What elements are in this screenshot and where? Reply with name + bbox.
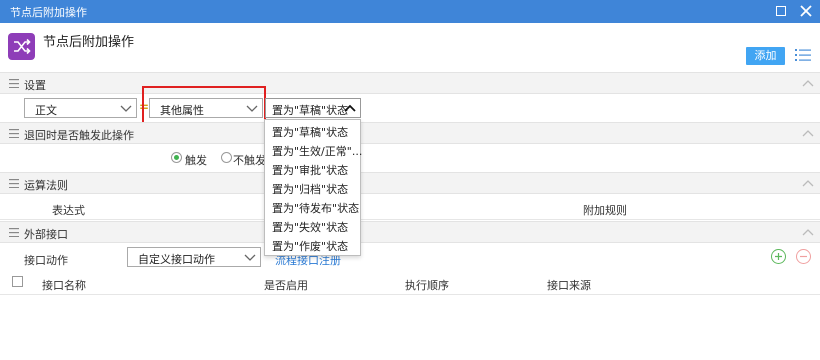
menu-icon	[9, 79, 19, 88]
action-label: 接口动作	[24, 254, 68, 267]
radio-label-no-trigger: 不触发	[233, 154, 266, 167]
section-rules: 运算法则	[0, 172, 820, 194]
column-header: 是否启用	[264, 279, 308, 292]
column-header: 接口来源	[547, 279, 591, 292]
add-button[interactable]: 添加	[746, 47, 785, 65]
close-icon[interactable]	[798, 3, 814, 19]
section-title: 运算法则	[24, 179, 68, 192]
menu-icon	[9, 228, 19, 237]
section-settings: 设置	[0, 72, 820, 94]
menu-icon	[9, 179, 19, 188]
external-table-header: 接口名称 是否启用 执行顺序 接口来源	[0, 271, 820, 295]
column-header: 执行顺序	[405, 279, 449, 292]
section-external: 外部接口	[0, 221, 820, 243]
dropdown-option[interactable]: 置为"审批"状态	[272, 162, 348, 178]
page-header: 节点后附加操作 添加	[0, 23, 820, 71]
maximize-icon[interactable]	[773, 3, 789, 19]
chevron-up-icon[interactable]	[802, 79, 814, 87]
column-header: 附加规则	[583, 204, 627, 217]
menu-icon	[9, 129, 19, 138]
section-return-trigger: 退回时是否触发此操作	[0, 122, 820, 144]
remove-row-icon[interactable]	[796, 249, 811, 264]
chevron-down-icon	[244, 254, 256, 261]
radio-trigger[interactable]	[171, 152, 182, 163]
radio-no-trigger[interactable]	[221, 152, 232, 163]
dropdown-option[interactable]: 置为"失效"状态	[272, 219, 348, 235]
chevron-up-icon	[344, 104, 356, 112]
column-header: 接口名称	[42, 279, 86, 292]
radio-label-trigger: 触发	[185, 154, 207, 167]
section-title: 外部接口	[24, 228, 68, 241]
dropdown-option[interactable]: 置为"归档"状态	[272, 181, 348, 197]
status-select[interactable]: 置为"草稿"状态	[265, 98, 361, 118]
field-select[interactable]: 正文	[24, 98, 137, 118]
window-title: 节点后附加操作	[10, 6, 87, 19]
list-icon[interactable]	[795, 48, 811, 62]
attribute-select[interactable]: 其他属性	[149, 98, 263, 118]
add-row-icon[interactable]	[771, 249, 786, 264]
page-title: 节点后附加操作	[43, 35, 135, 50]
select-all-checkbox[interactable]	[12, 276, 23, 287]
dropdown-option[interactable]: 置为"作废"状态	[272, 238, 348, 254]
window-titlebar: 节点后附加操作	[0, 0, 820, 23]
section-title: 设置	[24, 79, 46, 92]
rules-table-header: 表达式 附加规则	[0, 196, 820, 220]
dropdown-option[interactable]: 置为"草稿"状态	[272, 124, 348, 140]
chevron-down-icon	[120, 105, 132, 112]
dropdown-option[interactable]: 置为"生效/正常"...	[272, 143, 362, 159]
section-title: 退回时是否触发此操作	[24, 129, 134, 142]
action-select[interactable]: 自定义接口动作	[127, 247, 261, 267]
chevron-up-icon[interactable]	[802, 228, 814, 236]
chevron-up-icon[interactable]	[802, 179, 814, 187]
chevron-up-icon[interactable]	[802, 129, 814, 137]
column-header: 表达式	[52, 204, 85, 217]
status-dropdown-menu: 置为"草稿"状态 置为"生效/正常"... 置为"审批"状态 置为"归档"状态 …	[264, 119, 362, 256]
shuffle-icon	[8, 33, 35, 60]
chevron-down-icon	[246, 105, 258, 112]
dropdown-option[interactable]: 置为"待发布"状态	[272, 200, 359, 216]
